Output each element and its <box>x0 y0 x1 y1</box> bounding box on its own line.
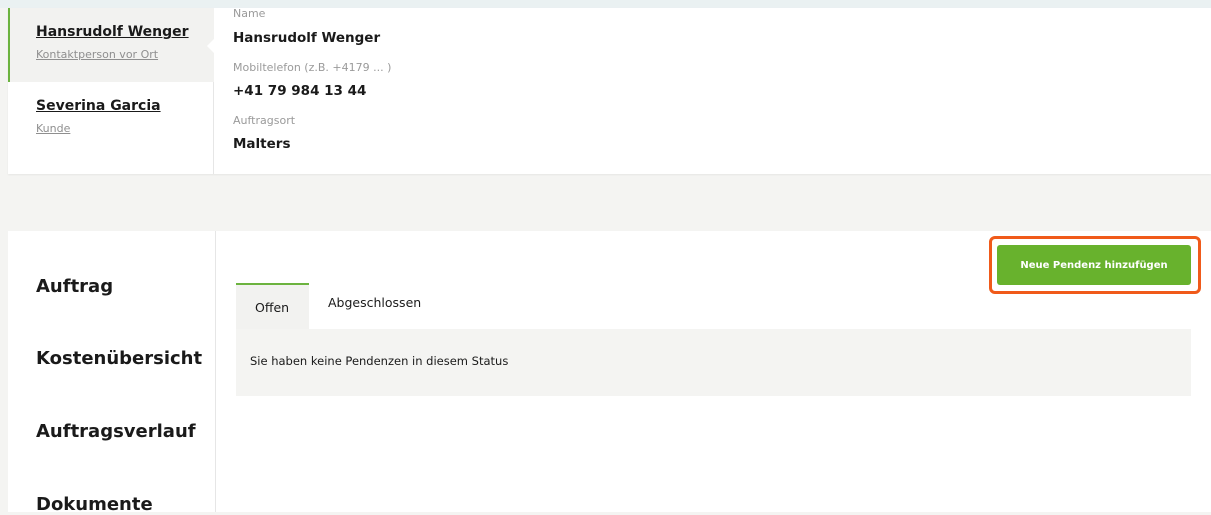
empty-state-message: Sie haben keine Pendenzen in diesem Stat… <box>236 329 1191 396</box>
name-value: Hansrudolf Wenger <box>233 30 381 46</box>
contact-name[interactable]: Severina Garcia <box>36 98 214 114</box>
location-label: Auftragsort <box>233 114 296 127</box>
contact-item-severina-garcia[interactable]: Severina Garcia Kunde <box>8 82 214 156</box>
nav-item-kostenuebersicht[interactable]: Kostenübersicht <box>36 348 202 369</box>
tab-abgeschlossen[interactable]: Abgeschlossen <box>328 283 421 329</box>
contact-list: Hansrudolf Wenger Kontaktperson vor Ort … <box>8 8 215 174</box>
contact-name[interactable]: Hansrudolf Wenger <box>36 24 214 40</box>
contact-card: Hansrudolf Wenger Kontaktperson vor Ort … <box>8 7 1211 174</box>
phone-label: Mobiltelefon (z.B. +4179 ... ) <box>233 61 392 74</box>
contact-role: Kontaktperson vor Ort <box>36 48 159 61</box>
name-label: Name <box>233 7 266 20</box>
add-pendenz-button[interactable]: Neue Pendenz hinzufügen <box>997 245 1191 285</box>
nav-item-auftrag[interactable]: Auftrag <box>36 276 113 297</box>
contact-item-hansrudolf-wenger[interactable]: Hansrudolf Wenger Kontaktperson vor Ort <box>8 8 215 82</box>
top-strip <box>0 0 1211 8</box>
main-panel: Auftrag Kostenübersicht Auftragsverlauf … <box>8 231 1211 515</box>
phone-value: +41 79 984 13 44 <box>233 83 367 99</box>
tab-offen[interactable]: Offen <box>236 283 309 329</box>
sidenav: Auftrag Kostenübersicht Auftragsverlauf … <box>8 231 216 515</box>
nav-item-auftragsverlauf[interactable]: Auftragsverlauf <box>36 421 196 442</box>
location-value: Malters <box>233 136 291 152</box>
contact-role: Kunde <box>36 122 71 135</box>
